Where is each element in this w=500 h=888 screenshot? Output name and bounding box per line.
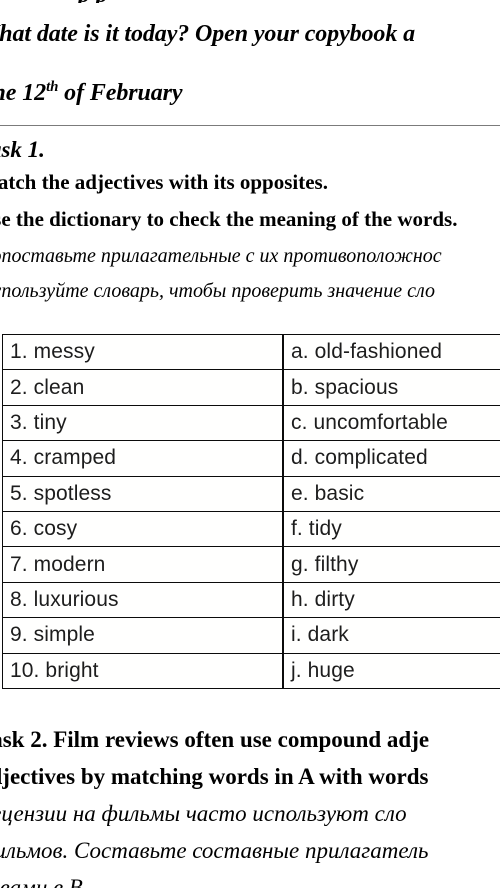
task2-instruction-ru-3: ловами в В.	[0, 875, 89, 888]
dialogue-line-2-prefix: The 12	[0, 80, 47, 106]
table-cell-opposite: c. uncomfortable	[282, 404, 500, 442]
task1-instruction-ru-2: Используйте словарь, чтобы проверить зна…	[0, 280, 435, 302]
table-cell-adjective: 1. messy	[2, 333, 284, 371]
table-row: 8. luxurious h. dirty	[2, 581, 500, 619]
task1-heading: Task 1.	[0, 137, 45, 162]
adjectives-matching-table: 1. messy a. old-fashioned 2. clean b. sp…	[2, 333, 500, 689]
table-cell-adjective: 10. bright	[2, 652, 284, 689]
task2-instruction-ru-2: фильмов. Составьте составные прилагатель	[0, 838, 429, 863]
task2-heading-line-1: Task 2. Film reviews often use compound …	[0, 727, 430, 752]
table-cell-adjective: 5. spotless	[2, 475, 284, 512]
clipped-line-above-text: p p	[78, 0, 108, 3]
task2-instruction-ru-1: Рецензии на фильмы часто используют сло	[0, 801, 407, 826]
document-body: p p What date is it today? Open your cop…	[0, 0, 500, 888]
table-cell-opposite: i. dark	[282, 617, 500, 654]
dialogue-line-1: What date is it today? Open your copyboo…	[0, 21, 416, 47]
dialogue-line-2-suffix: of February	[58, 80, 183, 106]
table-row: 4. cramped d. complicated	[2, 440, 500, 477]
table-cell-adjective: 9. simple	[2, 617, 284, 654]
table-cell-opposite: d. complicated	[282, 440, 500, 477]
table-row: 10. bright j. huge	[2, 652, 500, 689]
table-row: 2. clean b. spacious	[2, 369, 500, 406]
table-row: 6. cosy f. tidy	[2, 510, 500, 548]
task1-instruction-ru-1: Сопоставьте прилагательные с их противоп…	[0, 245, 442, 267]
table-body: 1. messy a. old-fashioned 2. clean b. sp…	[2, 333, 500, 689]
ordinal-suffix: th	[46, 79, 59, 95]
table-cell-adjective: 8. luxurious	[2, 581, 284, 619]
table-cell-opposite: b. spacious	[282, 369, 500, 406]
table-cell-adjective: 3. tiny	[2, 404, 284, 442]
table-cell-adjective: 6. cosy	[2, 510, 284, 548]
table-cell-opposite: g. filthy	[282, 546, 500, 583]
table-cell-opposite: h. dirty	[282, 581, 500, 619]
table-row: 5. spotless e. basic	[2, 475, 500, 512]
table-row: 1. messy a. old-fashioned	[2, 333, 500, 371]
clipped-line-above: p p	[0, 0, 500, 3]
task1-instruction-en-1: Match the adjectives with its opposites.	[0, 170, 328, 194]
table-row: 7. modern g. filthy	[2, 546, 500, 583]
table-cell-adjective: 2. clean	[2, 369, 284, 406]
table-cell-adjective: 4. cramped	[2, 440, 284, 477]
table-cell-opposite: f. tidy	[282, 510, 500, 548]
table-cell-opposite: j. huge	[282, 652, 500, 689]
table-row: 9. simple i. dark	[2, 617, 500, 654]
table-cell-opposite: a. old-fashioned	[282, 333, 500, 371]
table-cell-opposite: e. basic	[282, 475, 500, 512]
task2-heading-line-2: adjectives by matching words in A with w…	[0, 764, 429, 789]
table-row: 3. tiny c. uncomfortable	[2, 404, 500, 442]
document-page: p p What date is it today? Open your cop…	[0, 0, 500, 888]
table-cell-adjective: 7. modern	[2, 546, 284, 583]
task1-instruction-en-2: Use the dictionary to check the meaning …	[0, 207, 458, 231]
dialogue-line-2: The 12th of February	[0, 79, 183, 106]
section-divider	[0, 125, 500, 126]
